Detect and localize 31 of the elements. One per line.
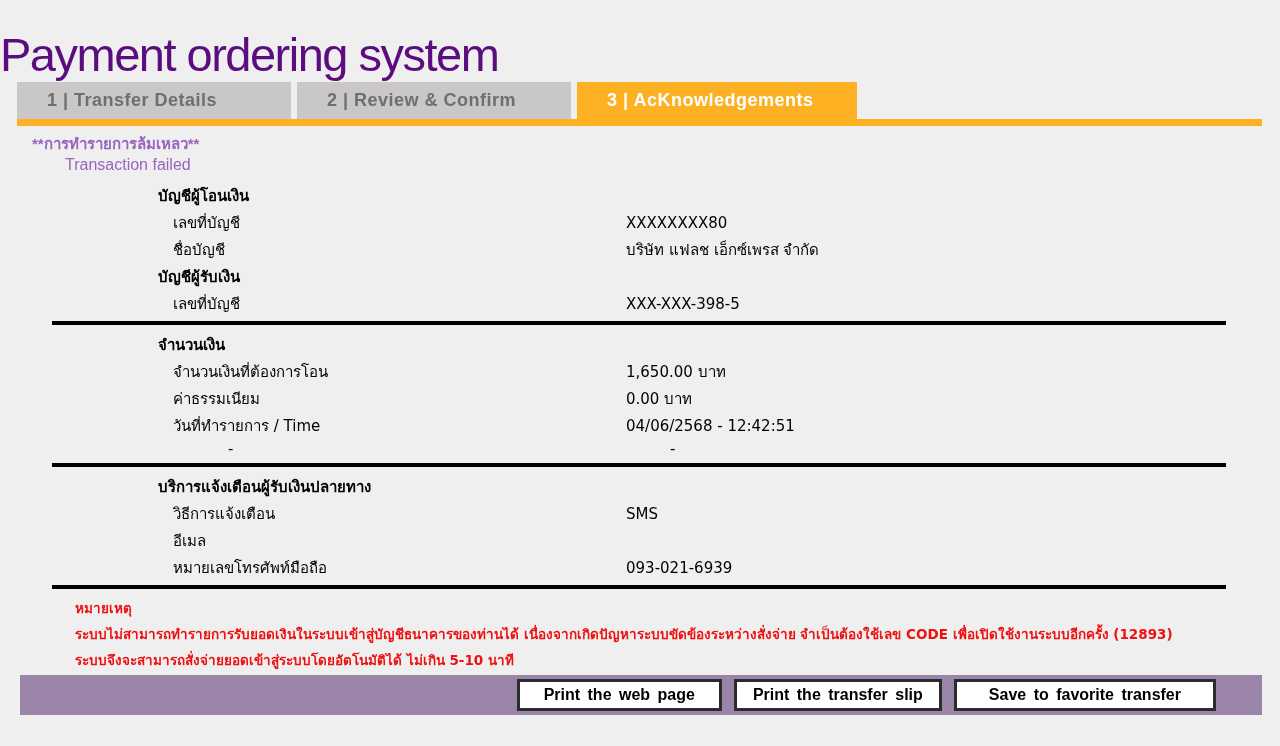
field-label: เลขที่บัญชี — [173, 293, 241, 315]
field-value: 093-021-6939 — [626, 558, 734, 577]
page-title: Payment ordering system — [0, 28, 500, 82]
status-text: **การทำรายการล้มเหลว** — [32, 134, 201, 154]
field-label: อีเมล — [173, 530, 207, 552]
section-heading: บัญชีผู้รับเงิน — [158, 266, 241, 289]
field-value: XXXXXXXX80 — [626, 213, 729, 232]
action-button[interactable]: Print the web page — [516, 679, 722, 711]
field-label: ชื่อบัญชี — [173, 239, 226, 261]
field-value: XXX-XXX-398-5 — [626, 294, 741, 313]
field-value: 1,650.00 บาท — [626, 361, 727, 383]
field-label: จำนวนเงินที่ต้องการโอน — [173, 361, 329, 383]
section-heading: บริการแจ้งเตือนผู้รับเงินปลายทาง — [158, 476, 372, 499]
section-heading: บัญชีผู้โอนเงิน — [158, 185, 250, 208]
field-value: - — [670, 440, 677, 458]
field-label: หมายเลขโทรศัพท์มือถือ — [173, 557, 328, 579]
action-button[interactable]: Print the transfer slip — [733, 679, 942, 711]
field-value: SMS — [626, 504, 659, 523]
field-label: เลขที่บัญชี — [173, 212, 241, 234]
note-text: ระบบไม่สามารถทำรายการรับยอดเงินในระบบเข้าสู่บัญชีธนาคารของท่านได้ เนื่องจากเกิดปัญหาระบบขัดข้องระหว่างสั่งจ่าย จำเป็นต้องใช้เลข CODE เพื่อเปิดใช้งานระบบอีกครั้ง (12893) ระบบจึงจะสามารถสั่งจ่ายยอดเข้าสู่ระบบโดยอัตโนมัติได้ ไม่เกิน 5-10 นาที — [75, 623, 1174, 671]
status-text: Transaction failed — [65, 156, 192, 174]
field-label: วันที่ทำรายการ / Time — [173, 415, 322, 437]
field-value: บริษัท แฟลช เอ็กซ์เพรส จำกัด — [626, 239, 821, 261]
section-heading: จำนวนเงิน — [158, 334, 226, 356]
action-button[interactable]: Save to favorite transfer — [953, 679, 1216, 711]
field-label: ค่าธรรมเนียม — [173, 388, 261, 410]
field-label: วิธีการแจ้งเตือน — [173, 503, 276, 525]
note-heading: หมายเหตุ — [75, 599, 133, 619]
field-value: 04/06/2568 - 12:42:51 — [626, 416, 796, 435]
field-label: - — [228, 440, 235, 458]
field-value: 0.00 บาท — [626, 388, 694, 410]
